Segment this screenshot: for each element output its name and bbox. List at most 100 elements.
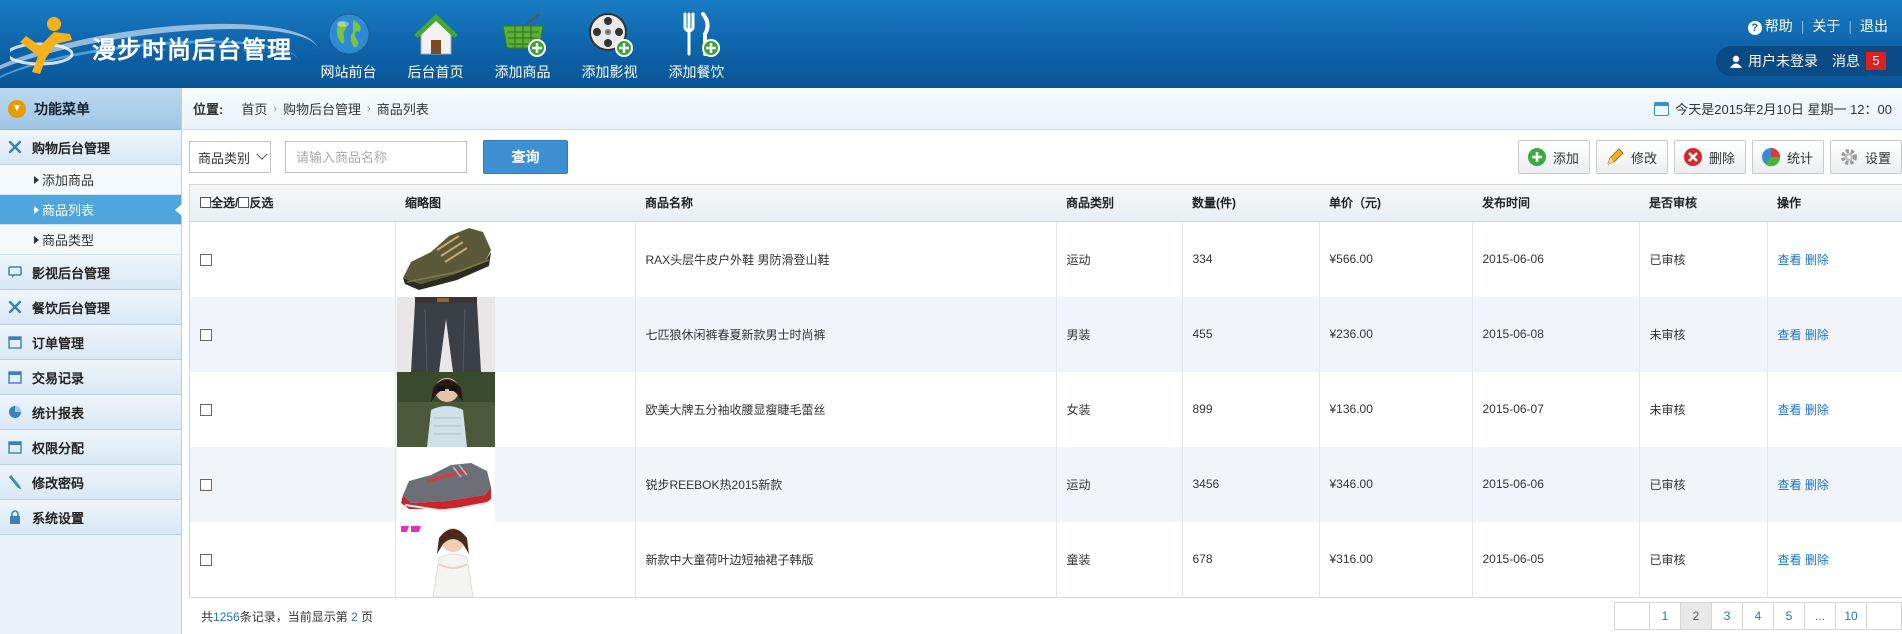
quantity-cell: 678 [1182, 521, 1320, 597]
pagination-page-3[interactable]: 3 [1711, 602, 1743, 630]
action-buttons: 添加 修改 删除 统计 设置 [1517, 140, 1902, 174]
header-select: 全选/反选 [190, 185, 395, 222]
table-row: RAX头层牛皮户外鞋 男防滑登山鞋 运动 334 ¥566.00 2015-06… [190, 221, 1902, 297]
pagination-page-10[interactable]: 10 [1835, 602, 1867, 630]
nav-website-frontend[interactable]: 网站前台 [305, 10, 392, 82]
sidebar-section-food[interactable]: 餐饮后台管理 [0, 290, 181, 325]
category-select[interactable]: 商品类别 [189, 141, 271, 173]
pagination-next[interactable] [1866, 602, 1902, 630]
row-checkbox[interactable] [200, 328, 212, 341]
add-button[interactable]: 添加 [1517, 140, 1590, 174]
delete-link[interactable]: 删除 [1805, 253, 1829, 267]
girl-dress-thumbnail[interactable] [396, 521, 495, 597]
nav-add-product[interactable]: 添加商品 [479, 10, 566, 82]
user-status[interactable]: 用户未登录 [1748, 51, 1818, 71]
select-all-checkbox[interactable] [200, 197, 211, 209]
trousers-thumbnail[interactable] [396, 296, 495, 372]
table-footer: 共1256条记录，当前显示第 2 页 1 2 3 4 5 ... 10 [189, 598, 1902, 634]
sidebar-item-add-product[interactable]: 添加商品 [0, 165, 181, 195]
sidebar-section-settings[interactable]: 系统设置 [0, 500, 181, 535]
invert-selection-checkbox[interactable] [238, 197, 250, 209]
delete-link[interactable]: 删除 [1805, 553, 1829, 567]
toolbar: 商品类别 查询 添加 修改 删除 统计 设置 [183, 130, 1902, 184]
pagination-ellipsis: ... [1804, 602, 1836, 630]
about-link[interactable]: 关于 [1812, 16, 1840, 36]
delete-link[interactable]: 删除 [1805, 328, 1829, 342]
record-summary: 共1256条记录，当前显示第 2 页 [201, 609, 374, 624]
top-links: ? 帮助 | 关于 | 退出 [1747, 16, 1888, 36]
pie-chart-icon [9, 406, 21, 418]
price-cell: ¥236.00 [1319, 296, 1473, 372]
statistics-button[interactable]: 统计 [1751, 140, 1824, 174]
query-button[interactable]: 查询 [483, 140, 568, 174]
price-cell: ¥346.00 [1319, 446, 1473, 522]
sidebar-section-permissions[interactable]: 权限分配 [0, 430, 181, 465]
pagination-page-1[interactable]: 1 [1649, 602, 1681, 630]
pagination-page-4[interactable]: 4 [1742, 602, 1774, 630]
nav-add-food[interactable]: 添加餐饮 [653, 10, 740, 82]
nav-admin-home[interactable]: 后台首页 [392, 10, 479, 82]
sidebar-section-film[interactable]: 影视后台管理 [0, 255, 181, 290]
hiking-shoe-thumbnail[interactable] [396, 221, 495, 297]
thumbnail-cell [395, 371, 636, 447]
sidebar-item-product-list[interactable]: 商品列表 [0, 195, 182, 225]
breadcrumb-home[interactable]: 首页 [241, 99, 267, 118]
messages-link[interactable]: 消息 [1832, 51, 1860, 71]
header-product-name: 商品名称 [635, 185, 1056, 222]
view-link[interactable]: 查看 [1778, 328, 1802, 342]
sidebar-section-shopping[interactable]: 购物后台管理 [0, 130, 181, 165]
pagination-prev[interactable] [1614, 602, 1650, 630]
view-link[interactable]: 查看 [1778, 478, 1802, 492]
publish-date-cell: 2015-06-06 [1472, 446, 1640, 522]
edit-button[interactable]: 修改 [1595, 140, 1668, 174]
view-link[interactable]: 查看 [1778, 253, 1802, 267]
sidebar-section-orders[interactable]: 订单管理 [0, 325, 181, 360]
sidebar-item-product-types[interactable]: 商品类型 [0, 225, 181, 255]
add-food-icon [683, 12, 720, 57]
lock-icon [10, 510, 20, 524]
sidebar-title[interactable]: ▼ 功能菜单 [0, 88, 181, 130]
table-row: 七匹狼休闲裤春夏新款男士时尚裤 男装 455 ¥236.00 2015-06-0… [190, 296, 1902, 372]
view-link[interactable]: 查看 [1778, 403, 1802, 417]
pie-chart-icon [1761, 148, 1780, 167]
breadcrumb-shopping-admin[interactable]: 购物后台管理 [283, 99, 361, 118]
row-select-cell [190, 371, 396, 447]
home-icon [413, 14, 458, 55]
delete-link[interactable]: 删除 [1805, 478, 1829, 492]
table-row: 欧美大牌五分袖收腰显瘦睫毛蕾丝 女装 899 ¥136.00 2015-06-0… [190, 371, 1902, 447]
product-name-search-input[interactable] [285, 141, 467, 173]
settings-button[interactable]: 设置 [1829, 140, 1902, 174]
quantity-cell: 899 [1182, 371, 1320, 447]
category-cell: 男装 [1056, 296, 1183, 372]
publish-date-cell: 2015-06-06 [1472, 221, 1640, 297]
nav-add-film[interactable]: 添加影视 [566, 10, 653, 82]
pagination-page-5[interactable]: 5 [1773, 602, 1805, 630]
delete-button[interactable]: 删除 [1673, 140, 1746, 174]
calendar-icon [8, 336, 22, 349]
view-link[interactable]: 查看 [1778, 553, 1802, 567]
sidebar-section-change-password[interactable]: 修改密码 [0, 465, 181, 500]
table-row: 锐步REEBOK热2015新款 运动 3456 ¥346.00 2015-06-… [190, 446, 1902, 522]
operations-cell: 查看 删除 [1767, 446, 1902, 522]
chevron-down-icon [256, 148, 268, 160]
pen-icon [9, 475, 22, 489]
sidebar-section-transactions[interactable]: 交易记录 [0, 360, 181, 395]
row-checkbox[interactable] [200, 403, 212, 416]
delete-link[interactable]: 删除 [1805, 403, 1829, 417]
help-link[interactable]: ? 帮助 [1747, 16, 1793, 36]
lace-top-thumbnail[interactable] [396, 371, 495, 447]
audit-status-cell: 未审核 [1639, 296, 1768, 372]
row-select-cell [190, 521, 396, 597]
sidebar-section-reports[interactable]: 统计报表 [0, 395, 181, 430]
row-checkbox[interactable] [200, 478, 212, 491]
pagination-page-2[interactable]: 2 [1680, 602, 1712, 630]
user-icon [1730, 55, 1742, 68]
quantity-cell: 455 [1182, 296, 1320, 372]
row-checkbox[interactable] [200, 553, 212, 566]
category-cell: 运动 [1056, 446, 1183, 522]
operations-cell: 查看 删除 [1767, 521, 1902, 597]
sneaker-thumbnail[interactable] [396, 446, 495, 522]
price-cell: ¥136.00 [1319, 371, 1473, 447]
logout-link[interactable]: 退出 [1860, 16, 1888, 36]
row-checkbox[interactable] [200, 253, 212, 266]
